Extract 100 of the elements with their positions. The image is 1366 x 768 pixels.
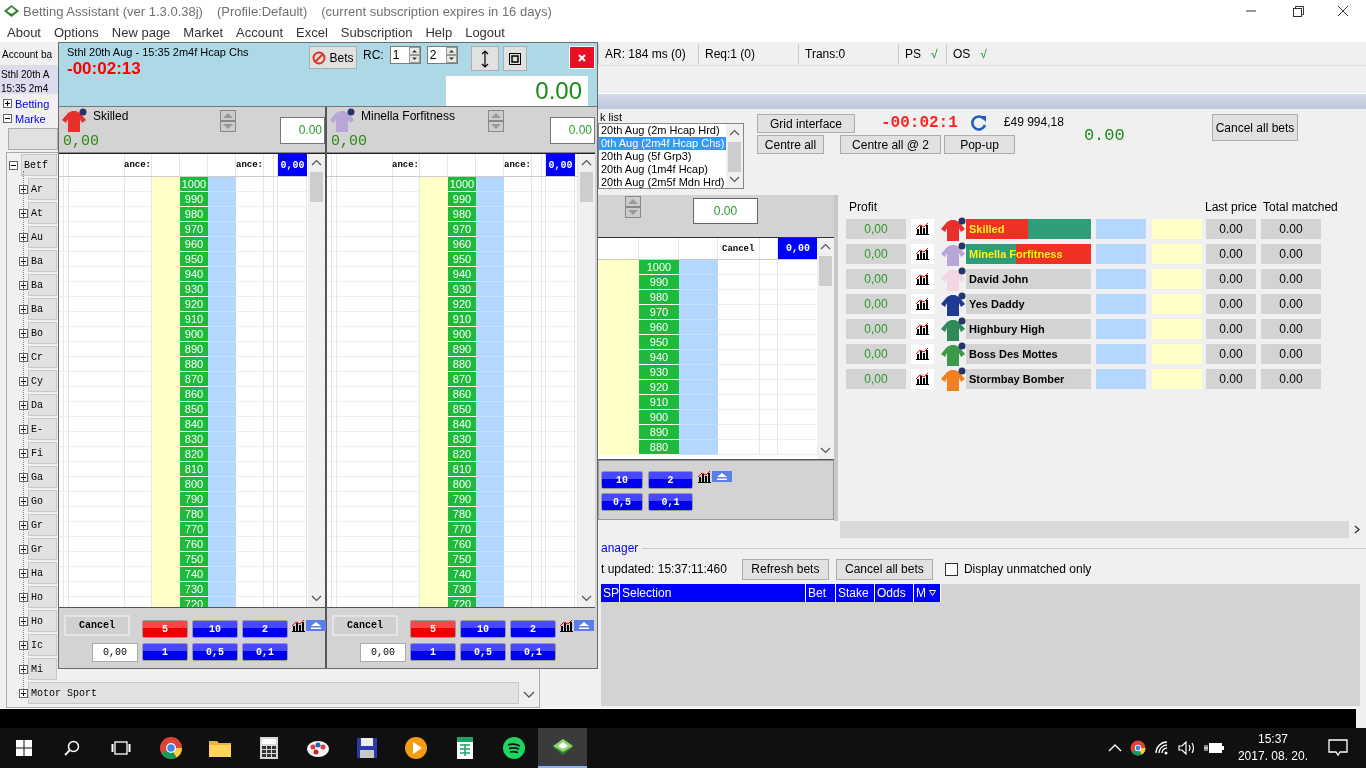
expand-toggle[interactable] bbox=[19, 352, 28, 362]
expand-toggle[interactable] bbox=[19, 568, 28, 578]
browser-icon[interactable] bbox=[1129, 740, 1146, 756]
search-icon[interactable] bbox=[64, 740, 80, 756]
scrollbar[interactable] bbox=[308, 154, 325, 607]
stake-button[interactable]: 10 bbox=[460, 620, 506, 638]
notification-icon[interactable] bbox=[1328, 739, 1348, 757]
stake-button[interactable]: 2 bbox=[242, 620, 288, 638]
expand-toggle[interactable] bbox=[19, 400, 28, 410]
tree-item[interactable]: Ba bbox=[28, 298, 57, 320]
menu-item[interactable]: Help bbox=[425, 24, 453, 40]
taskbar-app[interactable] bbox=[538, 728, 587, 768]
stake-field[interactable]: 0,00 bbox=[92, 643, 138, 662]
expand-toggle[interactable] bbox=[3, 114, 12, 123]
toolbar-button[interactable]: Pop-up bbox=[944, 135, 1015, 154]
column-header[interactable]: M bbox=[914, 584, 941, 602]
cancel-all-bets-button[interactable]: Cancel all bets bbox=[1212, 114, 1298, 141]
tree-item[interactable]: Mi bbox=[28, 658, 57, 680]
menu-item[interactable]: Market bbox=[183, 24, 224, 40]
expand-toggle[interactable] bbox=[9, 160, 18, 170]
refresh-icon[interactable] bbox=[969, 114, 988, 132]
list-item[interactable]: 20th Aug (5f Grp3) bbox=[599, 150, 726, 163]
list-item[interactable]: 20th Aug (1m4f Hcap) bbox=[599, 163, 726, 176]
tree-item[interactable]: Ha bbox=[28, 562, 57, 584]
expand-toggle[interactable] bbox=[19, 208, 28, 218]
expand-toggle[interactable] bbox=[19, 496, 28, 506]
browser-icon[interactable] bbox=[158, 736, 183, 760]
expand-toggle[interactable] bbox=[19, 448, 28, 458]
expand-toggle[interactable] bbox=[19, 376, 28, 386]
expand-toggle[interactable] bbox=[19, 424, 28, 434]
menu-item[interactable]: Account bbox=[236, 24, 284, 40]
expand-toggle[interactable] bbox=[19, 232, 28, 242]
stake-button[interactable]: 10 bbox=[601, 471, 643, 489]
expand-toggle[interactable] bbox=[19, 688, 28, 698]
music-app-icon[interactable] bbox=[501, 736, 526, 760]
tree-item[interactable]: Ho bbox=[28, 586, 57, 608]
expand-toggle[interactable] bbox=[19, 640, 28, 650]
eject-icon[interactable] bbox=[306, 620, 326, 631]
play-icon[interactable] bbox=[403, 736, 428, 760]
tree-item[interactable]: Go bbox=[28, 490, 57, 512]
grid-interface-button[interactable]: Grid interface bbox=[757, 114, 855, 133]
stake-button[interactable]: 1 bbox=[410, 643, 456, 661]
cancel-button[interactable]: Cancel bbox=[332, 615, 398, 636]
column-header[interactable]: Odds bbox=[875, 584, 914, 602]
tree-item[interactable]: Ho bbox=[28, 610, 57, 632]
column-header[interactable]: Bet bbox=[806, 584, 836, 602]
menu-item[interactable]: Subscription bbox=[340, 24, 413, 40]
stake-field[interactable]: 0.00 bbox=[693, 198, 758, 224]
stake-button[interactable]: 10 bbox=[192, 620, 238, 638]
expand-toggle[interactable] bbox=[19, 328, 28, 338]
number-spinner[interactable]: 2 bbox=[426, 46, 458, 64]
menu-item[interactable]: Options bbox=[54, 24, 99, 40]
toolbar-button[interactable]: Centre all bbox=[757, 135, 824, 154]
toolbar-button[interactable]: Centre all @ 2 bbox=[840, 135, 941, 154]
expand-toggle[interactable] bbox=[19, 664, 28, 674]
tree-item[interactable]: E- bbox=[28, 418, 57, 440]
list-item[interactable]: 20th Aug (2m5f Mdn Hrd) bbox=[599, 176, 726, 188]
scroll-down-icon[interactable] bbox=[523, 691, 535, 699]
tree-item[interactable]: Ba bbox=[28, 274, 57, 296]
menu-item[interactable]: About bbox=[7, 24, 41, 40]
expand-toggle[interactable] bbox=[3, 99, 12, 108]
expand-toggle[interactable] bbox=[19, 280, 28, 290]
list-item[interactable]: 20th Aug (2m Hcap Hrd) bbox=[599, 124, 726, 137]
menu-item[interactable]: Excel bbox=[296, 24, 328, 40]
stake-button[interactable]: 2 bbox=[510, 620, 556, 638]
stake-button[interactable]: 0,1 bbox=[648, 493, 693, 511]
column-header[interactable]: Selection bbox=[620, 584, 806, 602]
tree-item[interactable]: Bo bbox=[28, 322, 57, 344]
column-header[interactable]: Stake bbox=[836, 584, 875, 602]
task-view-icon[interactable] bbox=[111, 740, 131, 756]
number-spinner[interactable]: 1 bbox=[389, 46, 421, 64]
menu-item[interactable]: New page bbox=[111, 24, 171, 40]
expand-toggle[interactable] bbox=[19, 592, 28, 602]
stake-button[interactable]: 0,5 bbox=[460, 643, 506, 661]
battery-icon[interactable] bbox=[1203, 742, 1224, 754]
stake-field[interactable]: 0,00 bbox=[360, 643, 406, 662]
eject-icon[interactable] bbox=[574, 620, 594, 631]
wifi-icon[interactable] bbox=[1153, 741, 1170, 755]
column-header[interactable]: SP bbox=[601, 584, 620, 602]
window-button[interactable] bbox=[502, 46, 527, 71]
expand-toggle[interactable] bbox=[19, 520, 28, 530]
volume-icon[interactable] bbox=[1177, 741, 1196, 755]
tree-item[interactable]: Motor Sport bbox=[28, 682, 519, 704]
tree-item[interactable]: Cy bbox=[28, 370, 57, 392]
stake-button[interactable]: 1 bbox=[142, 643, 188, 661]
section-link[interactable]: Marke bbox=[15, 112, 46, 125]
checkbox[interactable] bbox=[944, 562, 958, 576]
scrollbar[interactable] bbox=[726, 124, 743, 188]
stake-field[interactable]: 0.00 bbox=[550, 116, 595, 144]
cancel-all-bets-button[interactable]: Cancel all bets bbox=[835, 558, 933, 580]
refresh-bets-button[interactable]: Refresh bets bbox=[741, 558, 829, 580]
tree-item[interactable]: Gr bbox=[28, 514, 57, 536]
stake-button[interactable]: 0,1 bbox=[242, 643, 288, 661]
tree-item[interactable]: Da bbox=[28, 394, 57, 416]
tree-item[interactable]: Ba bbox=[28, 250, 57, 272]
tree-item[interactable]: Au bbox=[28, 226, 57, 248]
expand-toggle[interactable] bbox=[19, 184, 28, 194]
bets-button[interactable]: Bets bbox=[309, 46, 357, 69]
swap-button[interactable] bbox=[470, 46, 499, 71]
tree-item[interactable]: At bbox=[28, 202, 57, 224]
